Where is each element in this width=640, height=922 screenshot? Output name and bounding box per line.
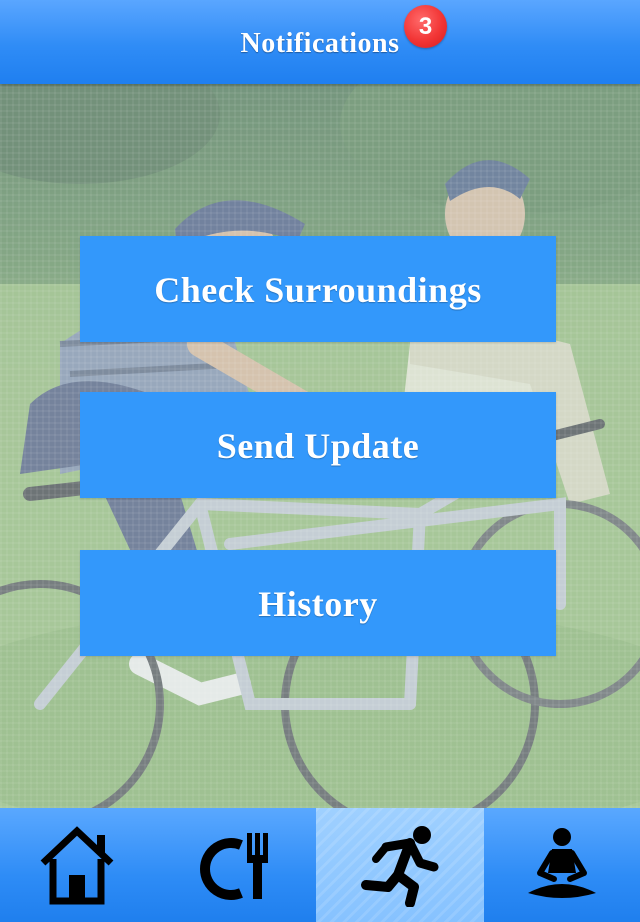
check-surroundings-button[interactable]: Check Surroundings xyxy=(80,236,556,342)
tab-home[interactable] xyxy=(0,808,154,922)
history-button[interactable]: History xyxy=(80,550,556,656)
tab-food[interactable] xyxy=(154,808,316,922)
app-screen: Notifications 3 Check Surroundings Send … xyxy=(0,0,640,922)
notification-badge[interactable]: 3 xyxy=(404,5,447,48)
send-update-button[interactable]: Send Update xyxy=(80,392,556,498)
meditation-icon xyxy=(528,828,596,898)
running-icon xyxy=(361,826,439,907)
header-bar: Notifications 3 xyxy=(0,0,640,84)
home-icon xyxy=(40,826,114,905)
restaurant-icon xyxy=(200,833,268,900)
tab-bar xyxy=(0,808,640,922)
tab-meditation[interactable] xyxy=(484,808,640,922)
tab-activity[interactable] xyxy=(316,808,484,922)
header-title[interactable]: Notifications xyxy=(0,28,640,60)
